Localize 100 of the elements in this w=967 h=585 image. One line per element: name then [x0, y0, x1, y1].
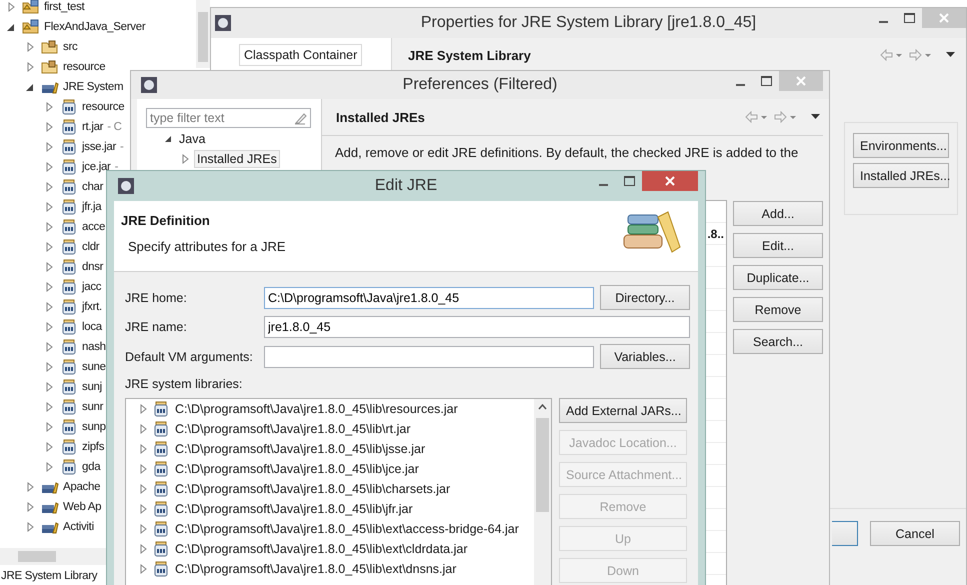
- project-folder-icon: [22, 0, 40, 15]
- dialog-button[interactable]: Duplicate...: [733, 265, 823, 290]
- jar-icon: [60, 359, 78, 375]
- library-path[interactable]: C:\D\programsoft\Java\jre1.8.0_45\lib\ext\access-bridge-64.jar: [175, 522, 519, 536]
- directory-button[interactable]: Directory...: [600, 285, 690, 310]
- scrollbar[interactable]: [196, 0, 210, 68]
- tree-item-label[interactable]: resource: [63, 61, 106, 73]
- dialog-button[interactable]: Remove: [733, 297, 823, 322]
- tree-item-label[interactable]: jacc: [82, 281, 102, 293]
- jar-icon: [152, 481, 170, 497]
- jar-icon: [152, 501, 170, 517]
- tree-item-label[interactable]: resource: [82, 101, 124, 113]
- window-title: Properties for JRE System Library [jre1.8.0_45]: [420, 14, 756, 32]
- jar-icon: [60, 99, 78, 115]
- library-path[interactable]: C:\D\programsoft\Java\jre1.8.0_45\lib\jce.jar: [175, 462, 419, 476]
- tree-item-detail: -: [120, 141, 124, 153]
- tree-item-detail: -: [114, 161, 118, 173]
- field-label: JRE name:: [125, 320, 188, 334]
- status-bar-text: JRE System Library: [1, 570, 98, 582]
- dialog-button[interactable]: Add...: [733, 201, 823, 226]
- scrollbar[interactable]: [534, 399, 551, 585]
- tree-item-label[interactable]: Apache: [63, 481, 100, 493]
- app-icon: [214, 14, 232, 32]
- tree-item-label[interactable]: FlexAndJava_Server: [44, 21, 146, 33]
- cancel-button[interactable]: Cancel: [870, 521, 960, 546]
- variables-button[interactable]: Variables...: [600, 344, 690, 369]
- default-button[interactable]: [832, 521, 858, 546]
- tree-item-label[interactable]: Web Ap: [63, 501, 102, 513]
- library-path[interactable]: C:\D\programsoft\Java\jre1.8.0_45\lib\resources.jar: [175, 402, 458, 416]
- tree-item-label[interactable]: loca: [82, 321, 102, 333]
- tree-item-label[interactable]: zipfs: [82, 441, 104, 453]
- jar-icon: [60, 439, 78, 455]
- tree-item-label[interactable]: src: [63, 41, 78, 53]
- app-icon: [140, 76, 158, 94]
- tree-item-label[interactable]: JRE System: [63, 81, 124, 93]
- library-path[interactable]: C:\D\programsoft\Java\jre1.8.0_45\lib\ext\cldrdata.jar: [175, 542, 468, 556]
- maximize-icon: [904, 13, 914, 23]
- jre-name-field[interactable]: jre1.8.0_45: [264, 316, 690, 338]
- tree-item-label[interactable]: sunr: [82, 401, 104, 413]
- vm-arguments-field[interactable]: [264, 346, 594, 368]
- library-path[interactable]: C:\D\programsoft\Java\jre1.8.0_45\lib\charsets.jar: [175, 482, 450, 496]
- table-cell[interactable]: .8..: [707, 226, 724, 240]
- tree-item-label[interactable]: sunj: [82, 381, 102, 393]
- jar-icon: [60, 179, 78, 195]
- jar-icon: [60, 419, 78, 435]
- library-path[interactable]: C:\D\programsoft\Java\jre1.8.0_45\lib\ext\dnsns.jar: [175, 562, 456, 576]
- minimize-icon: [878, 21, 888, 23]
- tree-item-label[interactable]: char: [82, 181, 104, 193]
- tree-item-label[interactable]: jce.jar: [82, 161, 111, 173]
- filter-field[interactable]: type filter text: [146, 108, 311, 128]
- field-label: JRE home:: [125, 290, 188, 304]
- tree-item-label[interactable]: jfr.ja: [82, 201, 102, 213]
- tree-item-label[interactable]: sune: [82, 361, 106, 373]
- maximize-icon: [760, 76, 772, 86]
- package-folder-icon: [41, 39, 59, 55]
- app-icon: [117, 177, 135, 195]
- minimize-icon: [598, 184, 608, 186]
- dialog-button[interactable]: Add External JARs...: [559, 398, 687, 423]
- dialog-button[interactable]: Installed JREs...: [853, 163, 949, 188]
- tree-item-label[interactable]: dnsr: [82, 261, 104, 273]
- close-icon: [939, 13, 949, 23]
- tree-item-label[interactable]: gda: [82, 461, 100, 473]
- maximize-icon: [624, 176, 634, 186]
- scrollbar[interactable]: [0, 548, 106, 565]
- dialog-button[interactable]: Edit...: [733, 233, 823, 258]
- jar-icon: [60, 139, 78, 155]
- tree-item-label[interactable]: jfxrt.: [82, 301, 102, 313]
- tree-item-label[interactable]: Java: [176, 130, 208, 148]
- tree-item-label[interactable]: rt.jar: [82, 121, 104, 133]
- tree-item-label[interactable]: nash: [82, 341, 106, 353]
- tree-item-label[interactable]: Activiti: [63, 521, 94, 533]
- tree-item-detail: - C: [107, 121, 122, 133]
- field-label: Default VM arguments:: [125, 350, 254, 364]
- tree-item-label[interactable]: jsse.jar: [82, 141, 116, 153]
- scroll-up-icon[interactable]: [538, 404, 547, 410]
- library-path[interactable]: C:\D\programsoft\Java\jre1.8.0_45\lib\rt.jar: [175, 422, 411, 436]
- dialog-button[interactable]: Search...: [733, 329, 823, 354]
- jar-icon: [152, 441, 170, 457]
- jre-home-field[interactable]: C:\D\programsoft\Java\jre1.8.0_45: [264, 286, 594, 308]
- library-path[interactable]: C:\D\programsoft\Java\jre1.8.0_45\lib\jfr.jar: [175, 502, 413, 516]
- tree-item-label[interactable]: Installed JREs: [194, 150, 280, 168]
- page-title: Installed JREs: [336, 110, 425, 124]
- jar-icon: [152, 461, 170, 477]
- eraser-icon[interactable]: [293, 111, 307, 125]
- library-path[interactable]: C:\D\programsoft\Java\jre1.8.0_45\lib\jsse.jar: [175, 442, 426, 456]
- project-folder-icon: [22, 19, 40, 35]
- tree-item-label[interactable]: first_test: [44, 1, 84, 13]
- tree-item-label[interactable]: acce: [82, 221, 106, 233]
- jar-icon: [152, 561, 170, 577]
- dialog-button[interactable]: Environments...: [853, 133, 949, 158]
- view-menu-icon[interactable]: [811, 113, 821, 121]
- tree-item-label[interactable]: cldr: [82, 241, 100, 253]
- jar-icon: [152, 541, 170, 557]
- view-menu-icon[interactable]: [946, 51, 956, 59]
- window-title: Edit JRE: [374, 177, 438, 195]
- close-button[interactable]: [642, 171, 698, 191]
- jar-icon: [60, 219, 78, 235]
- jar-icon: [60, 259, 78, 275]
- sidebar-item[interactable]: Classpath Container: [239, 44, 362, 66]
- tree-item-label[interactable]: sunp: [82, 421, 106, 433]
